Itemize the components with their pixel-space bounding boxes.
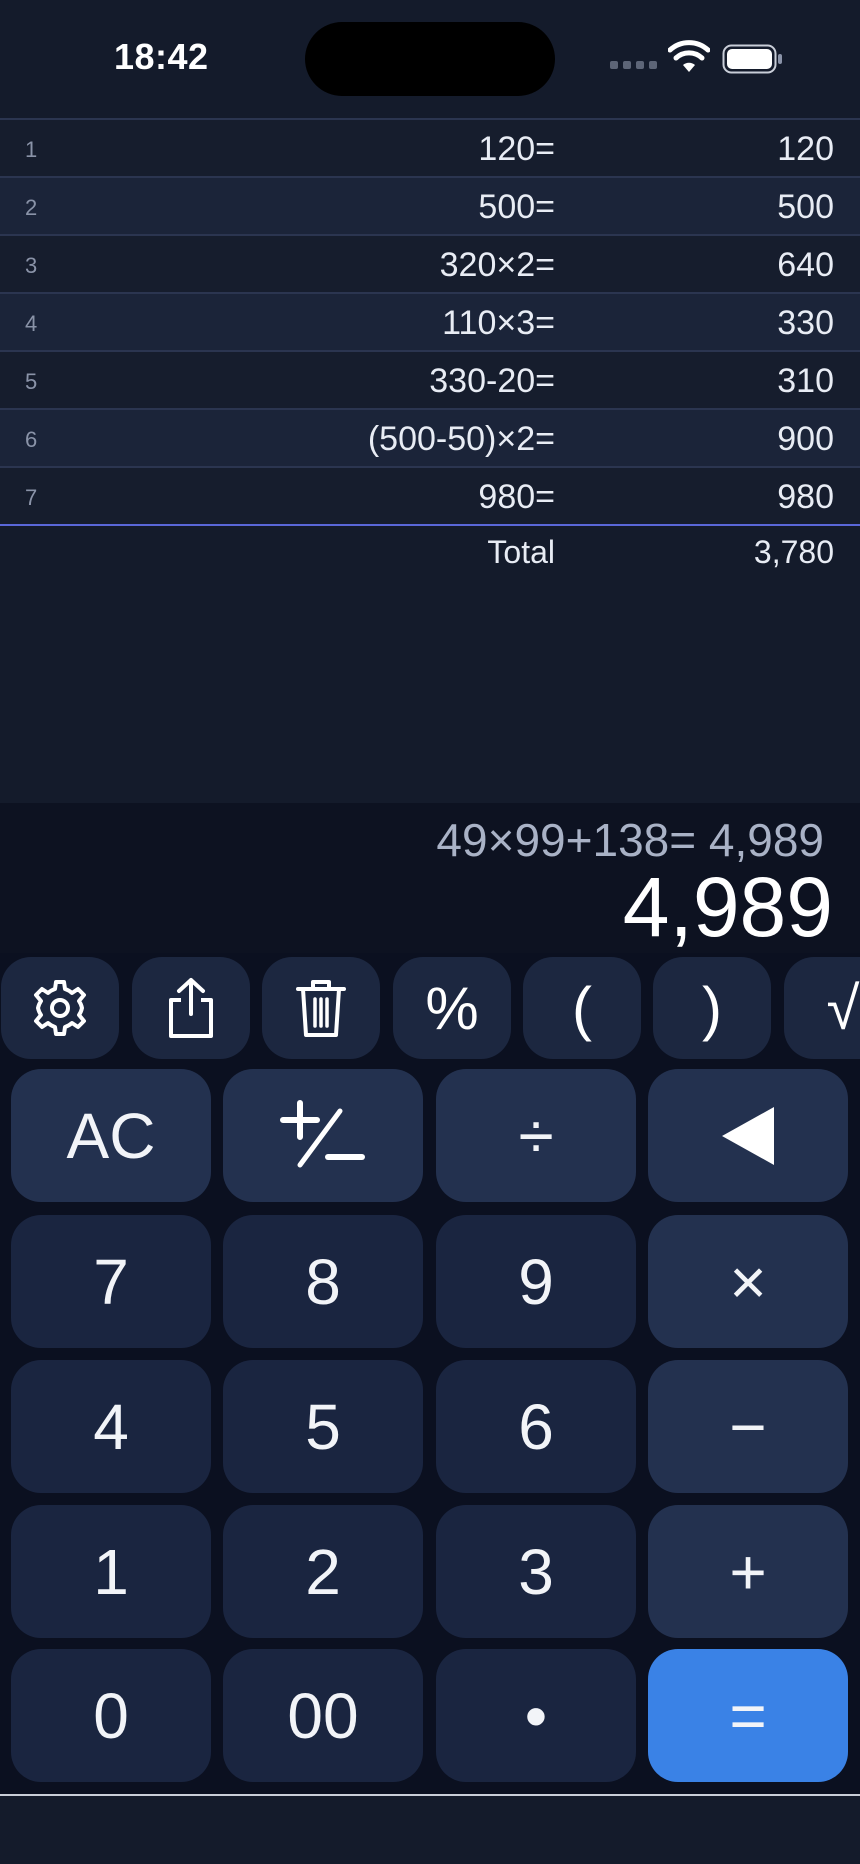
history-row[interactable]: 3 320×2= 640 (0, 234, 860, 292)
settings-button[interactable] (1, 957, 119, 1059)
decimal-button[interactable]: • (436, 1649, 636, 1782)
row-expression: 980= (478, 478, 555, 516)
digit-3-button[interactable]: 3 (436, 1505, 636, 1638)
digit-1-button[interactable]: 1 (11, 1505, 211, 1638)
total-label: Total (487, 534, 555, 570)
minus-button[interactable]: − (648, 1360, 848, 1493)
digit-8-button[interactable]: 8 (223, 1215, 423, 1348)
digit-7-button[interactable]: 7 (11, 1215, 211, 1348)
row-number: 1 (25, 137, 38, 162)
clear-history-button[interactable] (262, 957, 380, 1059)
row-expression: 320×2= (439, 246, 555, 284)
digit-6-button[interactable]: 6 (436, 1360, 636, 1493)
status-bar: 18:42 (0, 0, 860, 118)
total-row: Total 3,780 (0, 526, 860, 576)
digit-9-button[interactable]: 9 (436, 1215, 636, 1348)
multiply-button[interactable]: × (648, 1215, 848, 1348)
plus-button[interactable]: + (648, 1505, 848, 1638)
all-clear-button[interactable]: AC (11, 1069, 211, 1202)
share-icon (169, 978, 213, 1038)
row-result: 330 (777, 304, 834, 342)
history-tape: 1 120= 120 2 500= 500 3 320×2= 640 4 110… (0, 118, 860, 576)
digit-5-button[interactable]: 5 (223, 1360, 423, 1493)
digit-2-button[interactable]: 2 (223, 1505, 423, 1638)
row-result: 500 (777, 188, 834, 226)
gear-icon (34, 980, 86, 1036)
row-number: 2 (25, 195, 38, 220)
row-number: 3 (25, 253, 38, 278)
backspace-triangle-icon (722, 1106, 774, 1165)
row-expression: 500= (478, 188, 555, 226)
digit-0-button[interactable]: 0 (11, 1649, 211, 1782)
home-indicator-area (0, 1796, 860, 1864)
cellular-signal-icon (610, 61, 657, 69)
history-row[interactable]: 5 330-20= 310 (0, 350, 860, 408)
history-row[interactable]: 1 120= 120 (0, 118, 860, 176)
close-paren-button[interactable]: ) (653, 957, 771, 1059)
row-result: 120 (777, 130, 834, 168)
display-value: 4,989 (622, 860, 833, 954)
digit-4-button[interactable]: 4 (11, 1360, 211, 1493)
history-row[interactable]: 7 980= 980 (0, 466, 860, 524)
dynamic-island (305, 22, 555, 96)
backspace-button[interactable] (648, 1069, 848, 1202)
keypad: % ( ) √ AC ÷ 7 8 9 × 4 5 6 − 1 2 3 + 0 0… (0, 953, 860, 1795)
equals-button[interactable]: = (648, 1649, 848, 1782)
open-paren-button[interactable]: ( (523, 957, 641, 1059)
wifi-icon (668, 40, 710, 72)
row-expression: 120= (478, 130, 555, 168)
row-number: 5 (25, 369, 38, 394)
share-button[interactable] (132, 957, 250, 1059)
row-number: 7 (25, 485, 38, 510)
history-row[interactable]: 6 (500-50)×2= 900 (0, 408, 860, 466)
row-result: 640 (777, 246, 834, 284)
row-number: 4 (25, 311, 38, 336)
history-row[interactable]: 2 500= 500 (0, 176, 860, 234)
history-row[interactable]: 4 110×3= 330 (0, 292, 860, 350)
row-result: 900 (777, 420, 834, 458)
calculator-display: 49×99+138= 4,989 4,989 (0, 803, 860, 954)
row-result: 980 (777, 478, 834, 516)
percent-button[interactable]: % (393, 957, 511, 1059)
battery-icon (722, 44, 782, 74)
sqrt-button[interactable]: √ (784, 957, 860, 1059)
trash-icon (296, 980, 346, 1037)
row-number: 6 (25, 427, 38, 452)
divide-button[interactable]: ÷ (436, 1069, 636, 1202)
row-expression: (500-50)×2= (367, 420, 555, 458)
double-zero-button[interactable]: 00 (223, 1649, 423, 1782)
total-value: 3,780 (753, 534, 834, 570)
row-expression: 110×3= (442, 304, 555, 342)
status-time: 18:42 (114, 36, 209, 77)
row-result: 310 (777, 362, 834, 400)
plus-minus-icon (280, 1099, 365, 1167)
plus-minus-button[interactable] (223, 1069, 423, 1202)
row-expression: 330-20= (429, 362, 555, 400)
